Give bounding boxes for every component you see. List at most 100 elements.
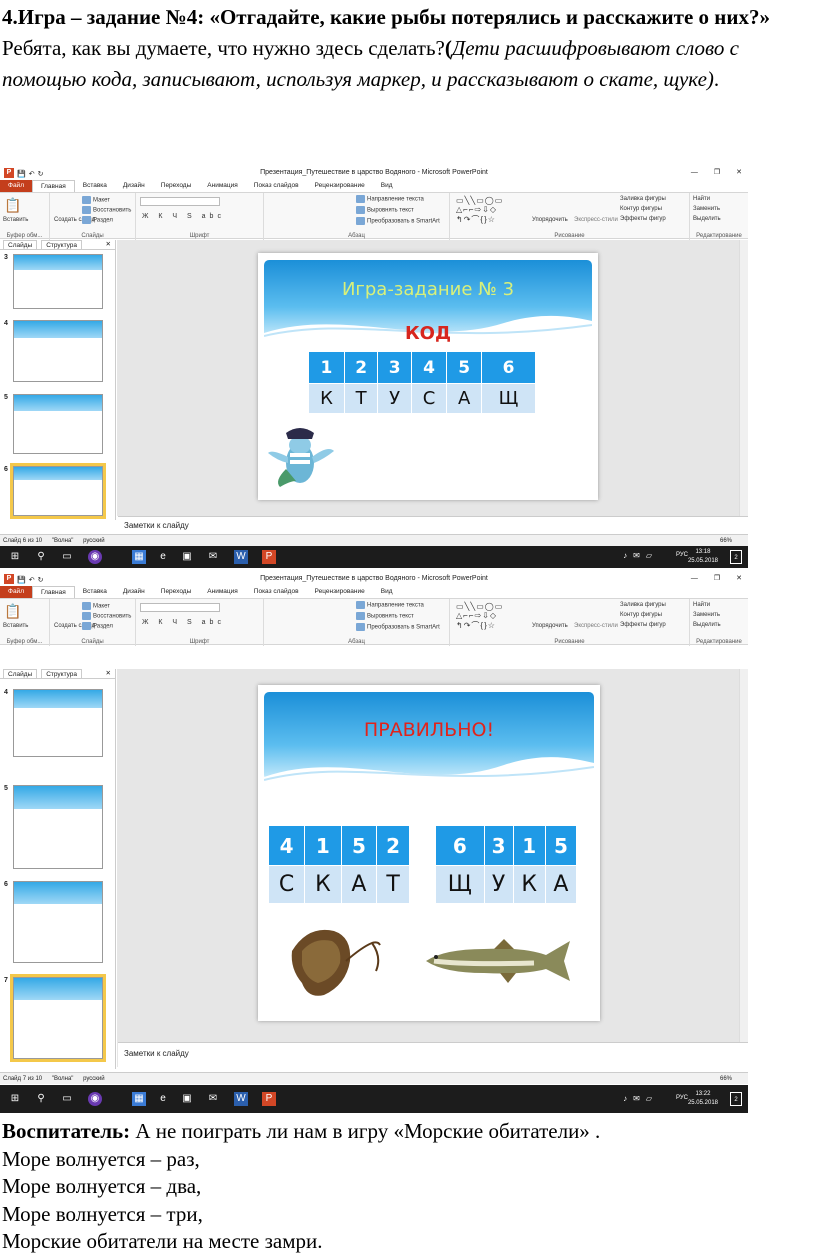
windows-start-icon[interactable]: ⊞ — [8, 550, 22, 564]
notifications-icon[interactable]: 2 — [730, 1092, 742, 1106]
shape-fill-button[interactable]: Заливка фигуры — [620, 196, 666, 202]
text-direction-button[interactable]: Направление текста — [356, 601, 424, 609]
edge-icon[interactable]: e — [156, 1092, 170, 1106]
search-icon[interactable]: ⚲ — [34, 550, 48, 564]
notes-pane[interactable]: Заметки к слайду — [118, 516, 748, 534]
font-format-buttons[interactable]: Ж К Ч S abc — [142, 619, 225, 626]
mail-icon[interactable]: ✉ — [206, 1092, 220, 1106]
word-icon[interactable]: W — [234, 1092, 248, 1106]
layout-button[interactable]: Макет — [82, 602, 110, 610]
notifications-icon[interactable]: 2 — [730, 550, 742, 564]
shapes-gallery[interactable]: ▭╲╲▭◯▭ △⌐⌐⇨⇩◇ ↰↷⌒{}☆ — [456, 602, 503, 631]
close-panel-icon[interactable]: ✕ — [102, 240, 115, 249]
shape-effects-button[interactable]: Эффекты фигур — [620, 216, 666, 222]
tab-outline[interactable]: Структура — [41, 240, 83, 249]
slide-thumbnail-3[interactable] — [13, 254, 103, 309]
tab-file[interactable]: Файл — [0, 180, 32, 192]
minimize-icon[interactable]: — — [691, 166, 698, 180]
store-icon[interactable]: ▣ — [180, 550, 194, 564]
system-tray-icons[interactable]: ♪✉▱ — [623, 551, 658, 560]
mail-icon[interactable]: ✉ — [206, 550, 220, 564]
close-panel-icon[interactable]: ✕ — [102, 669, 115, 678]
maximize-icon[interactable]: ❐ — [714, 166, 720, 180]
tab-slideshow[interactable]: Показ слайдов — [246, 180, 307, 192]
slide-thumbnail-5[interactable] — [13, 394, 103, 454]
edge-icon[interactable]: e — [156, 550, 170, 564]
vertical-scrollbar[interactable] — [739, 669, 748, 1067]
viber-icon[interactable]: ◉ — [88, 550, 102, 564]
word-icon[interactable]: W — [234, 550, 248, 564]
find-button[interactable]: Найти — [693, 196, 710, 202]
tab-review[interactable]: Рецензирование — [307, 180, 373, 192]
zoom-level[interactable]: 66% — [720, 1073, 732, 1085]
slide-thumbnail-7[interactable] — [10, 974, 106, 1062]
slide-7[interactable]: ПРАВИЛЬНО! 4 1 5 2 С К А Т 6 3 1 5 Щ У К… — [258, 685, 600, 1021]
vertical-scrollbar[interactable] — [739, 240, 748, 516]
notepad-icon[interactable]: ▦ — [132, 1092, 146, 1106]
select-button[interactable]: Выделить — [693, 622, 721, 628]
minimize-icon[interactable]: — — [691, 572, 698, 586]
align-text-button[interactable]: Выровнять текст — [356, 612, 414, 620]
keyboard-language[interactable]: РУС — [676, 1095, 688, 1101]
paste-icon[interactable]: 📋 — [4, 603, 21, 620]
tab-insert[interactable]: Вставка — [75, 180, 115, 192]
tab-design[interactable]: Дизайн — [115, 586, 153, 598]
tab-home[interactable]: Главная — [31, 180, 75, 192]
tab-transitions[interactable]: Переходы — [153, 180, 200, 192]
tab-view[interactable]: Вид — [373, 586, 401, 598]
slide-thumbnail-4[interactable] — [13, 320, 103, 382]
keyboard-language[interactable]: РУС — [676, 552, 688, 558]
font-name-select[interactable] — [140, 603, 220, 612]
shape-effects-button[interactable]: Эффекты фигур — [620, 622, 666, 628]
slide-thumbnail-6[interactable] — [13, 881, 103, 963]
clock[interactable]: 13:22 25.05.2018 — [688, 1090, 718, 1108]
arrange-button[interactable]: Упорядочить — [532, 623, 568, 629]
shape-outline-button[interactable]: Контур фигуры — [620, 612, 662, 618]
close-icon[interactable]: ✕ — [736, 166, 742, 180]
tab-insert[interactable]: Вставка — [75, 586, 115, 598]
paste-button[interactable]: Вставить — [3, 217, 28, 223]
system-tray-icons[interactable]: ♪✉▱ — [623, 1094, 658, 1103]
select-button[interactable]: Выделить — [693, 216, 721, 222]
tab-animation[interactable]: Анимация — [199, 586, 246, 598]
notepad-icon[interactable]: ▦ — [132, 550, 146, 564]
section-button[interactable]: Раздел — [82, 216, 113, 224]
smartart-button[interactable]: Преобразовать в SmartArt — [356, 623, 440, 631]
windows-start-icon[interactable]: ⊞ — [8, 1092, 22, 1106]
close-icon[interactable]: ✕ — [736, 572, 742, 586]
viber-icon[interactable]: ◉ — [88, 1092, 102, 1106]
paste-icon[interactable]: 📋 — [4, 197, 21, 214]
tab-animation[interactable]: Анимация — [199, 180, 246, 192]
task-view-icon[interactable]: ▭ — [60, 1092, 74, 1106]
tab-slideshow[interactable]: Показ слайдов — [246, 586, 307, 598]
powerpoint-taskbar-icon[interactable]: P — [262, 1092, 276, 1106]
reset-button[interactable]: Восстановить — [82, 206, 131, 214]
quick-styles-button[interactable]: Экспресс-стили — [574, 623, 618, 629]
section-button[interactable]: Раздел — [82, 622, 113, 630]
notes-pane[interactable]: Заметки к слайду — [118, 1042, 748, 1072]
quick-styles-button[interactable]: Экспресс-стили — [574, 217, 618, 223]
shape-fill-button[interactable]: Заливка фигуры — [620, 602, 666, 608]
reset-button[interactable]: Восстановить — [82, 612, 131, 620]
smartart-button[interactable]: Преобразовать в SmartArt — [356, 217, 440, 225]
replace-button[interactable]: Заменить — [693, 206, 720, 212]
align-text-button[interactable]: Выровнять текст — [356, 206, 414, 214]
slide-thumbnail-4[interactable] — [13, 689, 103, 757]
task-view-icon[interactable]: ▭ — [60, 550, 74, 564]
text-direction-button[interactable]: Направление текста — [356, 195, 424, 203]
tab-review[interactable]: Рецензирование — [307, 586, 373, 598]
tab-slides[interactable]: Слайды — [3, 669, 38, 678]
tab-slides[interactable]: Слайды — [3, 240, 38, 249]
tab-home[interactable]: Главная — [31, 586, 75, 598]
maximize-icon[interactable]: ❐ — [714, 572, 720, 586]
tab-view[interactable]: Вид — [373, 180, 401, 192]
paste-button[interactable]: Вставить — [3, 623, 28, 629]
clock[interactable]: 13:18 25.05.2018 — [688, 548, 718, 566]
arrange-button[interactable]: Упорядочить — [532, 217, 568, 223]
powerpoint-taskbar-icon[interactable]: P — [262, 550, 276, 564]
layout-button[interactable]: Макет — [82, 196, 110, 204]
store-icon[interactable]: ▣ — [180, 1092, 194, 1106]
font-format-buttons[interactable]: Ж К Ч S abc — [142, 213, 225, 220]
tab-outline[interactable]: Структура — [41, 669, 83, 678]
tab-transitions[interactable]: Переходы — [153, 586, 200, 598]
